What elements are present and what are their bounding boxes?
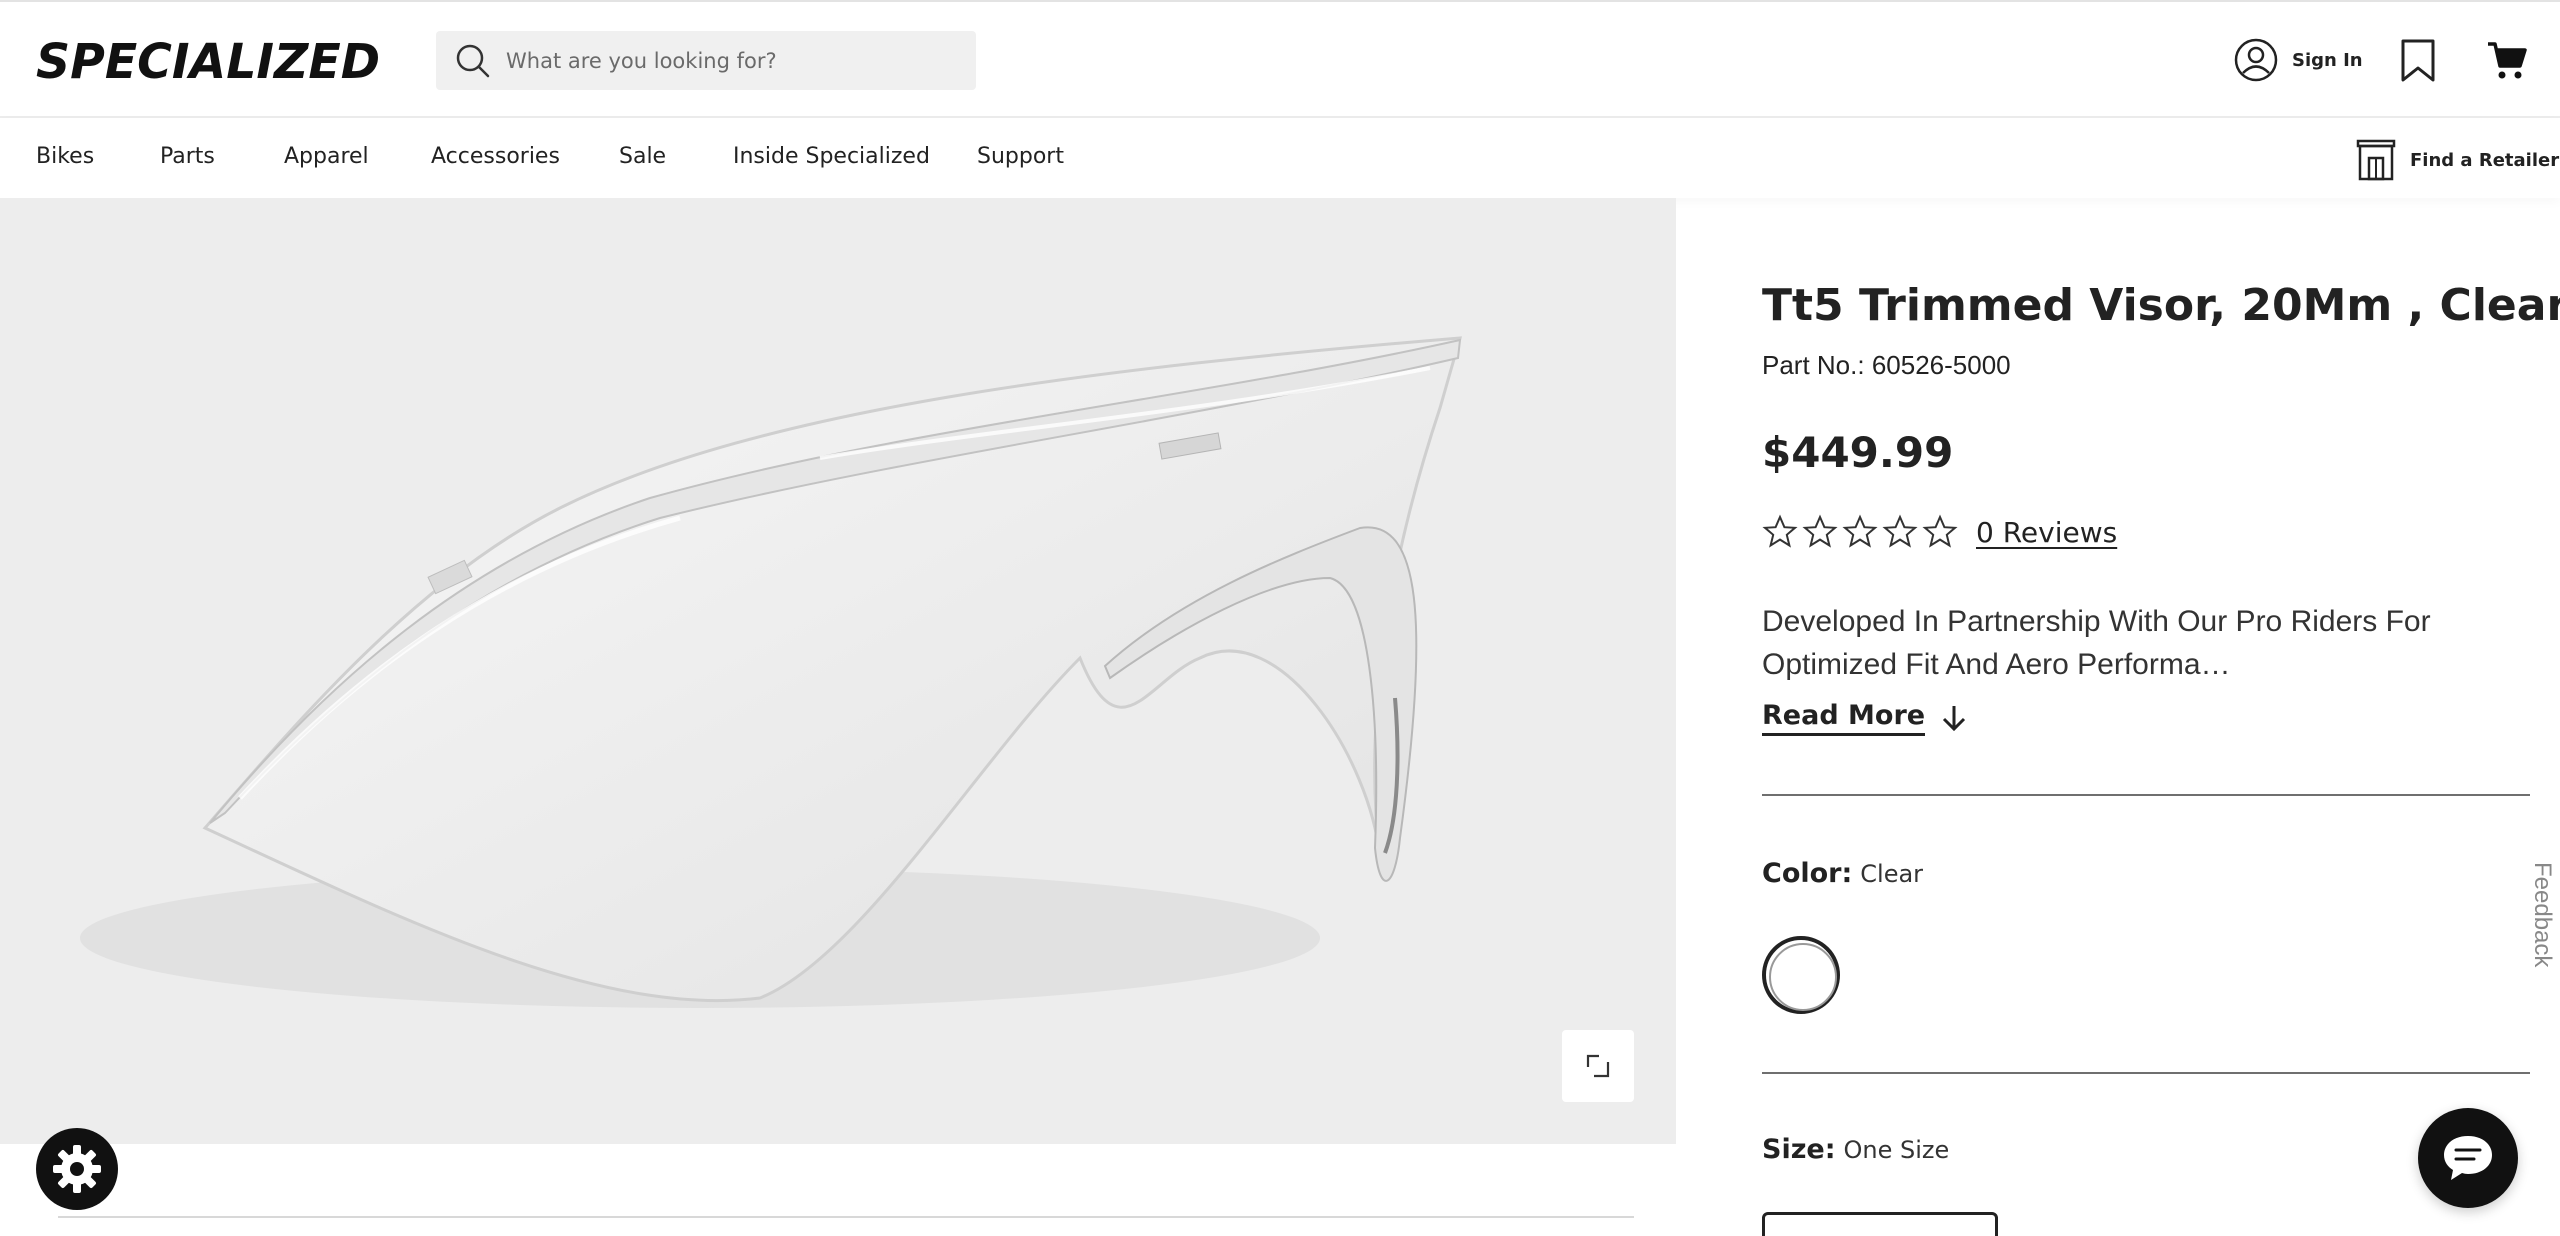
- chat-button[interactable]: [2418, 1108, 2518, 1208]
- account-icon: [2234, 38, 2278, 82]
- star-icon: [1922, 514, 1958, 548]
- star-icon: [1882, 514, 1918, 548]
- product-title: Tt5 Trimmed Visor, 20Mm , Clear: [1762, 280, 2560, 331]
- nav-item-apparel[interactable]: Apparel: [284, 144, 369, 169]
- store-icon: [2356, 139, 2396, 181]
- section-divider: [1762, 794, 2530, 796]
- product-image: [0, 198, 1676, 1144]
- find-retailer-label: Find a Retailer: [2410, 149, 2560, 171]
- search-icon: [456, 44, 490, 77]
- feedback-tab[interactable]: Feedback: [2526, 862, 2556, 974]
- expand-icon: [1586, 1054, 1610, 1078]
- search-bar[interactable]: [436, 31, 976, 90]
- nav-item-support[interactable]: Support: [977, 144, 1064, 169]
- read-more-label: Read More: [1762, 700, 1926, 736]
- color-value: Clear: [1860, 860, 1924, 888]
- section-divider: [1762, 1072, 2530, 1074]
- cart-icon[interactable]: [2486, 40, 2528, 82]
- gallery-divider: [58, 1216, 1634, 1218]
- product-description: Developed In Partnership With Our Pro Ri…: [1762, 605, 2431, 681]
- product-image-gallery[interactable]: [0, 198, 1676, 1144]
- nav-item-bikes[interactable]: Bikes: [36, 144, 94, 169]
- find-retailer-link[interactable]: Find a Retailer: [2354, 138, 2559, 182]
- size-label: Size:: [1762, 1134, 1836, 1165]
- bookmark-icon[interactable]: [2398, 38, 2438, 84]
- color-label: Color:: [1762, 858, 1853, 889]
- nav-item-parts[interactable]: Parts: [160, 144, 215, 169]
- feedback-label: Feedback: [2529, 862, 2556, 968]
- size-value: One Size: [1843, 1136, 1950, 1164]
- part-number: Part No.: 60526-5000: [1762, 350, 2011, 380]
- color-selector-label: Color: Clear: [1762, 858, 1923, 889]
- nav-item-sale[interactable]: Sale: [619, 144, 666, 169]
- chat-icon: [2444, 1136, 2492, 1180]
- cookie-settings-button[interactable]: [36, 1128, 118, 1210]
- expand-image-button[interactable]: [1562, 1030, 1634, 1102]
- star-icon: [1802, 514, 1838, 548]
- size-selector-label: Size: One Size: [1762, 1134, 1949, 1165]
- product-price: $449.99: [1762, 428, 1954, 477]
- reviews-link[interactable]: 0 Reviews: [1976, 516, 2117, 549]
- main-nav: Bikes Parts Apparel Accessories Sale Ins…: [0, 118, 2560, 198]
- sign-in-link[interactable]: Sign In: [2234, 38, 2363, 82]
- star-icon: [1842, 514, 1878, 548]
- star-icon: [1762, 514, 1798, 548]
- specialized-logo[interactable]: SPECIALIZED: [34, 32, 384, 88]
- size-option-button[interactable]: [1762, 1212, 1998, 1236]
- logo-text: SPECIALIZED: [36, 34, 380, 88]
- nav-item-accessories[interactable]: Accessories: [431, 144, 560, 169]
- arrow-down-icon: [1943, 706, 1966, 732]
- read-more-button[interactable]: Read More: [1762, 700, 1967, 736]
- nav-item-inside-specialized[interactable]: Inside Specialized: [733, 144, 930, 169]
- sign-in-label: Sign In: [2292, 49, 2363, 71]
- star-rating[interactable]: 0 Reviews: [1762, 514, 2117, 550]
- color-swatch-clear[interactable]: [1762, 936, 1840, 1014]
- site-header: SPECIALIZED Sign In: [0, 0, 2560, 118]
- search-input[interactable]: [506, 48, 946, 73]
- gear-icon: [53, 1145, 101, 1193]
